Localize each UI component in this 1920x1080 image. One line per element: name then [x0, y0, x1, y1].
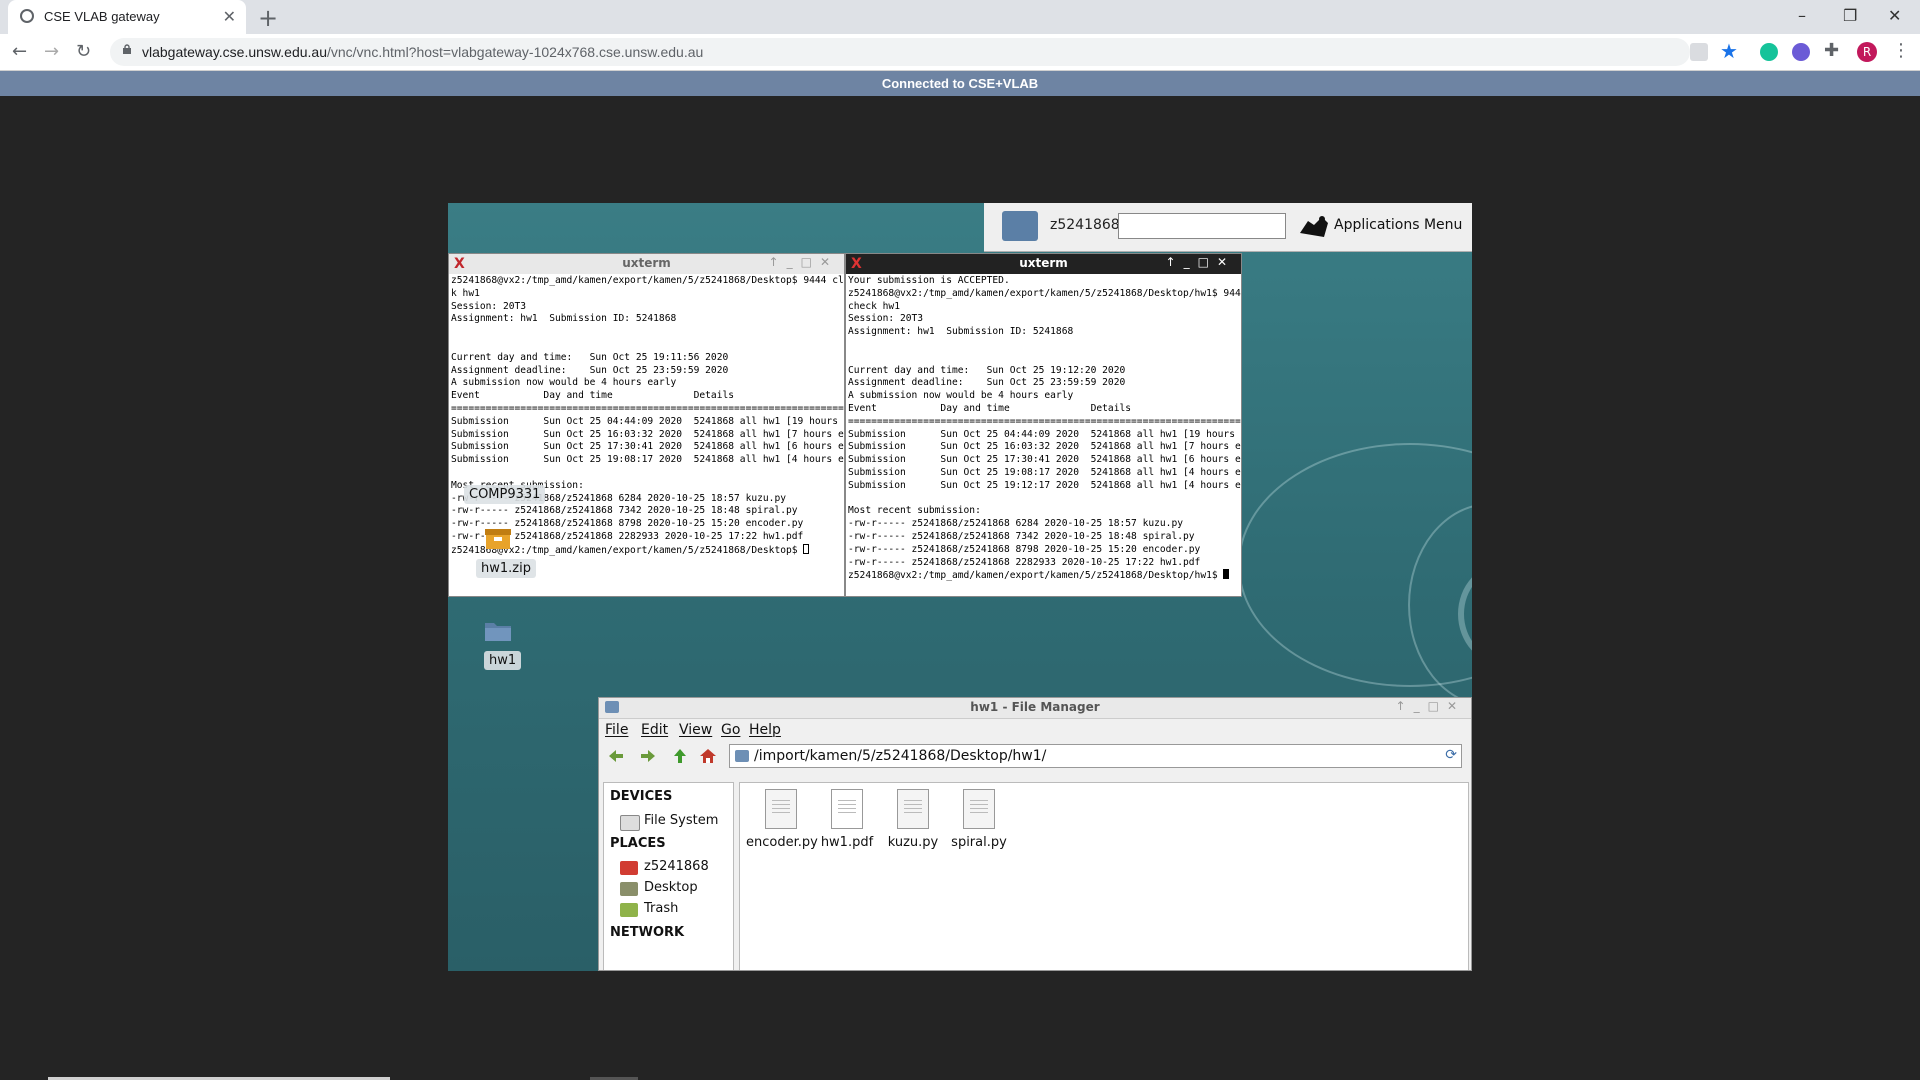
- menu-edit[interactable]: Edit: [641, 722, 668, 738]
- window-controls[interactable]: ↑_□✕: [1396, 699, 1465, 713]
- extensions-puzzle-icon[interactable]: ✚: [1824, 40, 1839, 61]
- sidebar-item-trash[interactable]: Trash: [644, 901, 678, 916]
- folder-icon: [735, 750, 749, 762]
- desktop-label-comp9331[interactable]: COMP9331: [464, 485, 546, 504]
- browser-menu-icon[interactable]: ⋮: [1892, 40, 1910, 61]
- home-icon[interactable]: [699, 747, 717, 765]
- places-header: PLACES: [610, 836, 666, 851]
- browser-tab[interactable]: CSE VLAB gateway ✕: [8, 0, 246, 34]
- lock-icon: [123, 44, 131, 54]
- file-manager-window[interactable]: hw1 - File Manager ↑_□✕ File Edit View G…: [598, 697, 1472, 971]
- file-item[interactable]: hw1.pdf: [812, 789, 882, 850]
- panel-username: z5241868: [1050, 217, 1120, 233]
- close-window-button[interactable]: ✕: [1888, 6, 1901, 25]
- window-controls[interactable]: ↑_□✕: [769, 255, 838, 269]
- menu-help[interactable]: Help: [749, 722, 781, 738]
- text-file-icon: [963, 789, 995, 829]
- terminal-output[interactable]: z5241868@vx2:/tmp_amd/kamen/export/kamen…: [449, 274, 844, 559]
- terminal-window-active[interactable]: X uxterm ↑_□✕ Your submission is ACCEPTE…: [845, 253, 1242, 597]
- translate-icon[interactable]: [1690, 43, 1708, 61]
- file-list-pane[interactable]: encoder.py hw1.pdf kuzu.py spiral.py: [739, 782, 1469, 970]
- menu-go[interactable]: Go: [721, 722, 740, 738]
- back-arrow-icon[interactable]: [607, 747, 625, 765]
- sidebar-item-file-system[interactable]: File System: [644, 813, 718, 828]
- menu-view[interactable]: View: [679, 722, 712, 738]
- grammarly-icon[interactable]: [1760, 43, 1778, 61]
- forward-button[interactable]: →: [44, 41, 59, 62]
- extension-gear-icon[interactable]: [1792, 43, 1810, 61]
- folder-icon[interactable]: [484, 619, 512, 643]
- address-bar[interactable]: vlabgateway.cse.unsw.edu.au/vnc/vnc.html…: [110, 38, 1690, 66]
- minimize-window-button[interactable]: –: [1798, 6, 1806, 25]
- browser-tab-bar: CSE VLAB gateway ✕ + – ❐ ✕: [0, 0, 1920, 34]
- terminal-cursor: [803, 543, 810, 554]
- file-name: spiral.py: [951, 835, 1007, 850]
- file-item[interactable]: spiral.py: [944, 789, 1014, 850]
- location-toolbar: /import/kamen/5/z5241868/Desktop/hw1/ ⟳: [599, 741, 1471, 771]
- terminal-cursor: [1223, 569, 1230, 580]
- file-item[interactable]: encoder.py: [746, 789, 818, 850]
- browser-toolbar: ← → ↻ vlabgateway.cse.unsw.edu.au/vnc/vn…: [0, 34, 1920, 71]
- path-input[interactable]: /import/kamen/5/z5241868/Desktop/hw1/ ⟳: [729, 744, 1462, 768]
- globe-icon: [20, 9, 34, 23]
- path-text: /import/kamen/5/z5241868/Desktop/hw1/: [754, 748, 1047, 764]
- file-manager-titlebar[interactable]: hw1 - File Manager ↑_□✕: [599, 698, 1471, 719]
- tab-title: CSE VLAB gateway: [44, 9, 160, 24]
- new-tab-button[interactable]: +: [258, 4, 278, 32]
- file-item[interactable]: kuzu.py: [878, 789, 948, 850]
- pdf-file-icon: [831, 789, 863, 829]
- refresh-icon[interactable]: ⟳: [1445, 747, 1457, 763]
- devices-header: DEVICES: [610, 789, 673, 804]
- url-text: vlabgateway.cse.unsw.edu.au/vnc/vnc.html…: [142, 44, 704, 60]
- terminal-titlebar[interactable]: X uxterm ↑_□✕: [449, 254, 844, 274]
- sidebar-item-desktop[interactable]: Desktop: [644, 880, 698, 895]
- reload-button[interactable]: ↻: [76, 41, 91, 62]
- top-panel: z5241868 Applications Menu: [984, 203, 1472, 252]
- side-pane: DEVICES File System PLACES z5241868 Desk…: [603, 782, 734, 970]
- vnc-desktop[interactable]: z5241868 Applications Menu X uxterm ↑_□✕…: [448, 203, 1472, 971]
- terminal-output[interactable]: Your submission is ACCEPTED. z5241868@vx…: [846, 274, 1241, 584]
- profile-avatar[interactable]: R: [1857, 42, 1877, 62]
- back-button[interactable]: ←: [12, 41, 27, 62]
- file-manager-title: hw1 - File Manager: [970, 700, 1100, 714]
- menu-file[interactable]: File: [605, 722, 628, 738]
- trash-icon: [620, 903, 638, 917]
- archive-icon[interactable]: [484, 527, 512, 551]
- home-icon: [620, 861, 638, 875]
- sidebar-item-home[interactable]: z5241868: [644, 859, 709, 874]
- text-file-icon: [897, 789, 929, 829]
- file-name: kuzu.py: [887, 835, 939, 850]
- desktop-label-hw1-zip[interactable]: hw1.zip: [476, 559, 536, 578]
- panel-command-input[interactable]: [1118, 213, 1286, 239]
- close-tab-icon[interactable]: ✕: [223, 7, 236, 26]
- maximize-window-button[interactable]: ❐: [1843, 6, 1857, 25]
- applications-menu-label[interactable]: Applications Menu: [1334, 217, 1462, 233]
- bookmark-star-icon[interactable]: ★: [1720, 39, 1738, 63]
- text-file-icon: [765, 789, 797, 829]
- menu-bar: File Edit View Go Help: [599, 719, 1471, 741]
- drive-icon: [620, 815, 640, 831]
- up-arrow-icon[interactable]: [671, 747, 689, 765]
- network-header: NETWORK: [610, 925, 685, 940]
- desktop-label-hw1[interactable]: hw1: [484, 651, 522, 670]
- window-controls[interactable]: ↑_□✕: [1166, 255, 1235, 269]
- terminal-titlebar[interactable]: X uxterm ↑_□✕: [846, 254, 1241, 274]
- file-name: encoder.py: [746, 835, 818, 850]
- desktop-icon: [620, 882, 638, 896]
- home-folder-icon[interactable]: [1002, 211, 1038, 241]
- applications-menu-icon[interactable]: [1296, 209, 1332, 245]
- connection-status-banner: Connected to CSE+VLAB: [0, 71, 1920, 96]
- file-name: hw1.pdf: [820, 835, 874, 850]
- forward-arrow-icon[interactable]: [639, 747, 657, 765]
